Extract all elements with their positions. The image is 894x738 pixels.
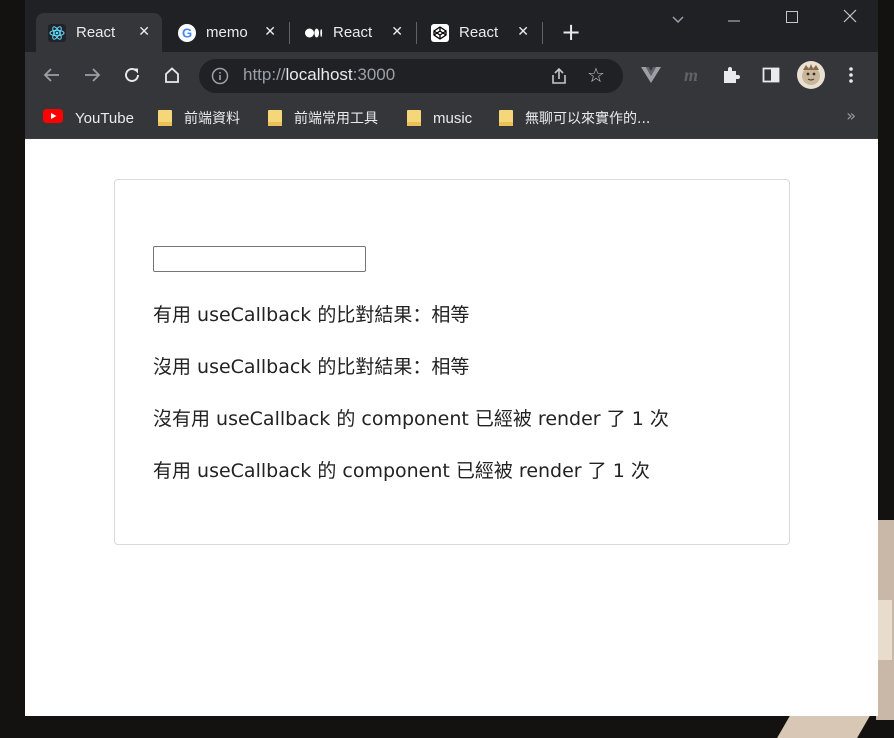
address-bar[interactable]: http://localhost:3000 ☆	[199, 59, 623, 93]
bookmark-label: 前端常用工具	[294, 111, 378, 127]
bookmark-folder-frontend-data[interactable]: 前端資料	[158, 107, 240, 129]
codepen-icon	[431, 23, 449, 42]
tab-label: React	[459, 24, 499, 41]
close-window-icon[interactable]	[838, 8, 862, 27]
tab-divider	[542, 22, 543, 44]
folder-icon	[407, 110, 421, 126]
bookmark-folder-frontend-tools[interactable]: 前端常用工具	[268, 107, 378, 129]
youtube-icon	[43, 109, 63, 127]
profile-avatar[interactable]	[797, 61, 825, 89]
close-icon[interactable]: ✕	[264, 24, 276, 40]
tab-label: React	[76, 24, 116, 41]
url-scheme: http://	[243, 65, 286, 84]
close-icon[interactable]: ✕	[517, 24, 529, 40]
new-tab-button[interactable]: +	[559, 18, 583, 46]
bookmark-youtube[interactable]: YouTube	[43, 107, 134, 129]
svg-text:G: G	[182, 25, 192, 40]
bookmark-label: music	[433, 109, 473, 127]
tab-strip: React ✕ G memo ✕ React ✕ React ✕ +	[25, 0, 878, 52]
result-with-usecallback: 有用 useCallback 的比對結果：相等	[153, 304, 470, 326]
result-without-usecallback: 沒用 useCallback 的比對結果：相等	[153, 356, 470, 378]
browser-window: React ✕ G memo ✕ React ✕ React ✕ + http:…	[25, 0, 878, 716]
bookmark-label: 前端資料	[184, 111, 240, 127]
render-count-without-usecallback: 沒有用 useCallback 的 component 已經被 render 了…	[153, 408, 669, 430]
close-icon[interactable]: ✕	[138, 24, 150, 40]
extension-m-icon[interactable]: m	[679, 63, 703, 87]
tab-search-icon[interactable]	[666, 10, 690, 29]
folder-icon	[499, 110, 513, 126]
browser-toolbar: http://localhost:3000 ☆ m	[25, 52, 878, 98]
close-icon[interactable]: ✕	[391, 24, 403, 40]
google-icon: G	[178, 23, 196, 42]
folder-icon	[158, 110, 172, 126]
home-icon[interactable]	[160, 63, 184, 87]
menu-kebab-icon[interactable]	[839, 63, 863, 87]
app-card: 有用 useCallback 的比對結果：相等 沒用 useCallback 的…	[114, 179, 790, 545]
render-count-with-usecallback: 有用 useCallback 的 component 已經被 render 了 …	[153, 460, 650, 482]
tab-divider	[289, 22, 290, 44]
bookmark-star-icon[interactable]: ☆	[587, 63, 605, 87]
bookmark-folder-music[interactable]: music	[407, 107, 472, 129]
tab-divider	[416, 22, 417, 44]
tab-label: memo	[206, 24, 248, 41]
side-panel-icon[interactable]	[759, 63, 783, 87]
react-icon	[48, 23, 66, 42]
extensions-puzzle-icon[interactable]	[719, 63, 743, 87]
url-text: http://localhost:3000	[243, 65, 395, 85]
bookmark-label: 無聊可以來實作的...	[525, 111, 651, 127]
url-port: :3000	[352, 65, 396, 84]
text-input[interactable]	[153, 246, 366, 272]
bookmark-label: YouTube	[75, 109, 134, 127]
reload-icon[interactable]	[120, 63, 144, 87]
tab-react-medium[interactable]: React ✕	[293, 13, 415, 52]
share-icon[interactable]	[549, 66, 569, 86]
desktop-background-detail	[878, 600, 892, 660]
forward-icon[interactable]	[80, 63, 104, 87]
back-icon[interactable]	[40, 63, 64, 87]
site-info-icon[interactable]	[211, 67, 229, 85]
url-host: localhost	[285, 65, 353, 84]
minimize-icon[interactable]	[722, 8, 746, 27]
bookmarks-overflow-button[interactable]: »	[846, 106, 856, 125]
bookmark-folder-boring-projects[interactable]: 無聊可以來實作的...	[499, 107, 650, 129]
folder-icon	[268, 110, 282, 126]
bookmarks-bar: YouTube 前端資料 前端常用工具 music 無聊可以來實作的... »	[25, 98, 878, 139]
desktop-background-detail	[777, 714, 871, 738]
maximize-icon[interactable]	[780, 8, 804, 27]
medium-icon	[305, 24, 323, 42]
tab-react-codepen[interactable]: React ✕	[419, 13, 541, 52]
tab-memo[interactable]: G memo ✕	[166, 13, 288, 52]
vue-devtools-icon[interactable]	[639, 63, 663, 87]
tab-react-app[interactable]: React ✕	[36, 13, 162, 52]
tab-label: React	[333, 24, 373, 41]
page-viewport: 有用 useCallback 的比對結果：相等 沒用 useCallback 的…	[25, 139, 878, 716]
